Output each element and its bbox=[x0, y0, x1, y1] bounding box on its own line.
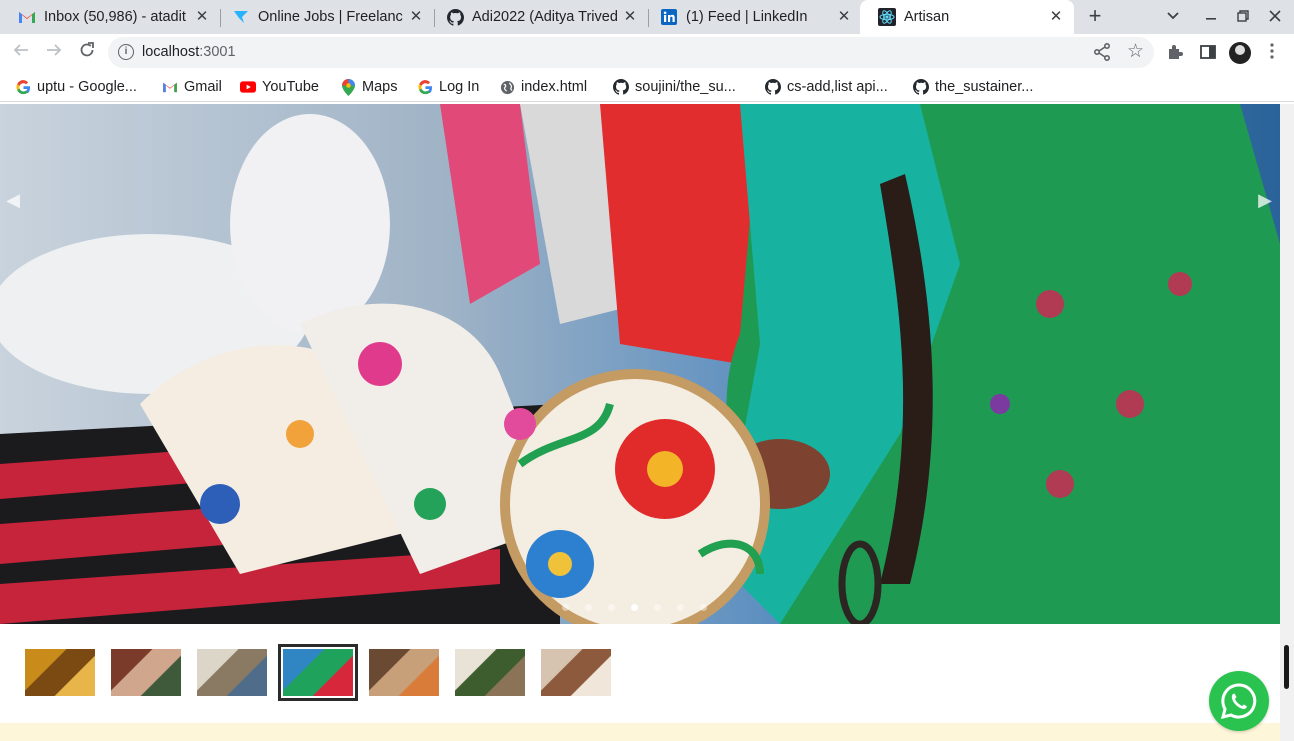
whatsapp-button[interactable] bbox=[1209, 671, 1269, 731]
github-icon bbox=[913, 79, 929, 95]
carousel-dot[interactable] bbox=[562, 604, 569, 611]
globe-icon bbox=[499, 79, 515, 95]
bookmark-label: cs-add,list api... bbox=[787, 79, 888, 95]
hero-carousel[interactable]: ◀ ▶ bbox=[0, 104, 1280, 624]
thumbnail-pottery[interactable] bbox=[25, 649, 95, 696]
bookmarks-bar: uptu - Google... Gmail YouTube Maps Log … bbox=[0, 71, 1294, 102]
bookmark-label: uptu - Google... bbox=[37, 79, 137, 95]
google-icon bbox=[15, 79, 31, 95]
thumbnail-craft-market[interactable] bbox=[369, 649, 439, 696]
address-bar[interactable]: i localhost:3001 ☆ bbox=[108, 37, 1154, 68]
bookmark-sustainer[interactable]: the_sustainer... bbox=[913, 77, 1033, 97]
carousel-prev-button[interactable]: ◀ bbox=[6, 190, 20, 210]
tab-strip: Inbox (50,986) - atadit ✕ Online Jobs | … bbox=[0, 0, 1294, 34]
tab-title: Adi2022 (Aditya Trived bbox=[472, 9, 618, 25]
carousel-dot-active[interactable] bbox=[631, 604, 638, 611]
carousel-dot[interactable] bbox=[654, 604, 661, 611]
thumbnail-artisan-desk[interactable] bbox=[455, 649, 525, 696]
youtube-icon bbox=[240, 79, 256, 95]
carousel-next-button[interactable]: ▶ bbox=[1258, 190, 1272, 210]
close-window-icon[interactable] bbox=[1265, 8, 1285, 26]
bookmark-label: Maps bbox=[362, 79, 398, 95]
carousel-dot[interactable] bbox=[608, 604, 615, 611]
thumbnail-weaving[interactable] bbox=[197, 649, 267, 696]
forward-button[interactable] bbox=[42, 41, 66, 65]
bookmark-login[interactable]: Log In bbox=[417, 77, 479, 97]
page-scrollbar[interactable] bbox=[1280, 104, 1294, 741]
bookmark-label: index.html bbox=[521, 79, 588, 95]
hero-image bbox=[0, 104, 1280, 624]
side-panel-icon[interactable] bbox=[1199, 43, 1219, 63]
close-tab-icon[interactable]: ✕ bbox=[1048, 9, 1064, 25]
github-icon bbox=[446, 8, 464, 26]
carousel-dot[interactable] bbox=[677, 604, 684, 611]
profile-avatar[interactable] bbox=[1229, 42, 1251, 64]
scrollbar-thumb[interactable] bbox=[1284, 645, 1289, 689]
bookmark-cs-add[interactable]: cs-add,list api... bbox=[765, 77, 888, 97]
new-tab-button[interactable]: + bbox=[1083, 5, 1107, 29]
carousel-indicators bbox=[562, 604, 707, 612]
close-tab-icon[interactable]: ✕ bbox=[836, 9, 852, 25]
bookmark-label: the_sustainer... bbox=[935, 79, 1034, 95]
bookmark-index[interactable]: index.html bbox=[499, 77, 587, 97]
page-content: ◀ ▶ bbox=[0, 104, 1280, 741]
bookmark-label: Gmail bbox=[184, 79, 222, 95]
tab-title: (1) Feed | LinkedIn bbox=[686, 9, 808, 25]
maps-icon bbox=[340, 78, 356, 96]
bookmark-youtube[interactable]: YouTube bbox=[240, 77, 319, 97]
react-icon bbox=[878, 8, 896, 26]
extensions-icon[interactable] bbox=[1166, 43, 1186, 63]
google-icon bbox=[417, 79, 433, 95]
bookmark-uptu[interactable]: uptu - Google... bbox=[15, 77, 137, 97]
tab-title: Online Jobs | Freelanc bbox=[258, 9, 403, 25]
close-tab-icon[interactable]: ✕ bbox=[194, 9, 210, 25]
tab-artisan[interactable]: Artisan ✕ bbox=[860, 0, 1074, 34]
reload-button[interactable] bbox=[75, 41, 99, 65]
thumbnail-embroidery[interactable] bbox=[278, 644, 358, 701]
next-section bbox=[0, 723, 1280, 741]
thumbnail-elder-artisan[interactable] bbox=[541, 649, 611, 696]
bookmark-label: soujini/the_su... bbox=[635, 79, 736, 95]
bookmark-soujini[interactable]: soujini/the_su... bbox=[613, 77, 736, 97]
carousel-dot[interactable] bbox=[585, 604, 592, 611]
bookmark-gmail[interactable]: Gmail bbox=[162, 77, 222, 97]
linkedin-icon bbox=[660, 8, 678, 26]
bookmark-label: Log In bbox=[439, 79, 480, 95]
url-port: :3001 bbox=[199, 44, 236, 60]
carousel-dot[interactable] bbox=[700, 604, 707, 611]
url-host: localhost bbox=[142, 44, 200, 60]
gmail-icon bbox=[18, 8, 36, 26]
tab-title: Artisan bbox=[904, 9, 950, 25]
back-button[interactable] bbox=[9, 41, 33, 65]
github-icon bbox=[765, 79, 781, 95]
tab-freelancer[interactable]: Online Jobs | Freelanc ✕ bbox=[214, 0, 434, 34]
share-icon[interactable] bbox=[1093, 42, 1112, 62]
close-tab-icon[interactable]: ✕ bbox=[408, 9, 424, 25]
site-info-icon[interactable]: i bbox=[118, 44, 134, 60]
whatsapp-icon bbox=[1220, 683, 1257, 720]
url-text: localhost:3001 bbox=[142, 44, 236, 60]
close-tab-icon[interactable]: ✕ bbox=[622, 9, 638, 25]
github-icon bbox=[613, 79, 629, 95]
minimize-icon[interactable] bbox=[1201, 8, 1221, 26]
tab-linkedin[interactable]: (1) Feed | LinkedIn ✕ bbox=[642, 0, 862, 34]
restore-icon[interactable] bbox=[1233, 8, 1253, 26]
tab-search-icon[interactable] bbox=[1163, 8, 1183, 26]
menu-kebab-icon[interactable] bbox=[1262, 43, 1282, 63]
tab-github[interactable]: Adi2022 (Aditya Trived ✕ bbox=[428, 0, 648, 34]
tab-gmail[interactable]: Inbox (50,986) - atadit ✕ bbox=[0, 0, 220, 34]
thumbnail-strip bbox=[0, 624, 1280, 723]
freelancer-icon bbox=[232, 8, 250, 26]
bookmark-maps[interactable]: Maps bbox=[340, 77, 397, 97]
gmail-icon bbox=[162, 79, 178, 95]
bookmark-star-icon[interactable]: ☆ bbox=[1127, 40, 1144, 63]
tab-title: Inbox (50,986) - atadit bbox=[44, 9, 186, 25]
browser-toolbar: i localhost:3001 ☆ bbox=[0, 34, 1294, 71]
thumbnail-workshop[interactable] bbox=[111, 649, 181, 696]
bookmark-label: YouTube bbox=[262, 79, 319, 95]
